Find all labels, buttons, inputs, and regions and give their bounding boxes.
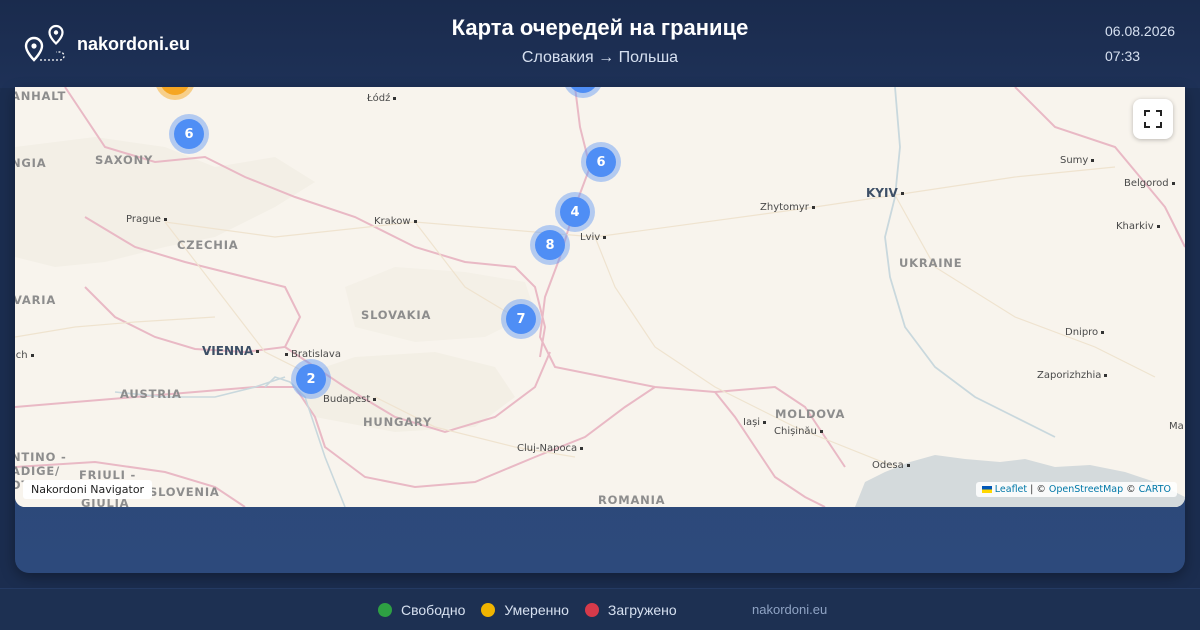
city-label: Zaporizhzhia (1037, 370, 1107, 381)
footer-site-name: nakordoni.eu (752, 602, 828, 617)
cluster-count: 7 (506, 304, 536, 334)
navigator-badge: Nakordoni Navigator (23, 480, 153, 499)
country-label: UKRAINE (899, 256, 963, 270)
city-label: ich (15, 350, 34, 361)
city-label: Lviv (580, 232, 606, 243)
queue-cluster-marker[interactable]: 7 (501, 299, 541, 339)
time: 07:33 (1105, 48, 1141, 64)
city-label: KYIV (866, 186, 904, 200)
country-label: HUNGARY (363, 415, 433, 429)
region-label: ADIGE/ (15, 464, 61, 478)
page-title: Карта очередей на границе (451, 15, 749, 40)
attribution-separator: © (1126, 484, 1136, 495)
city-label: Prague (126, 214, 167, 225)
city-label: Budapest (323, 394, 376, 405)
queue-cluster-marker[interactable]: 2 (291, 359, 331, 399)
city-label: Sumy (1060, 155, 1094, 166)
city-label: Odesa (872, 460, 910, 471)
city-label: Iași (743, 417, 766, 428)
fullscreen-button[interactable] (1133, 99, 1173, 139)
country-label: MOLDOVA (775, 407, 846, 421)
map[interactable]: ANHALT SAXONY NGIA CZECHIA VARIA SLOVAKI… (15, 87, 1185, 507)
route-subtitle: Словакия → Польша (521, 49, 679, 66)
status-dot-icon (378, 603, 392, 617)
legend: Свободно Умеренно Загружено (378, 602, 693, 618)
region-label: SAXONY (95, 153, 154, 167)
cluster-count: 6 (174, 119, 204, 149)
city-label: Chișinău (774, 426, 823, 437)
legend-label: Загружено (607, 602, 677, 618)
country-label: SLOVAKIA (361, 308, 432, 322)
date: 06.08.2026 (1105, 23, 1176, 39)
status-dot-icon (584, 603, 599, 617)
region-label: VARIA (15, 293, 57, 307)
cluster-count: 6 (586, 147, 616, 177)
region-label: ANHALT (15, 89, 67, 103)
legend-item-busy: Загружено (584, 602, 677, 618)
region-label: NTINO - (15, 450, 67, 464)
attribution-separator: | © (1030, 484, 1046, 495)
ukraine-flag-icon (981, 486, 992, 493)
city-label: Kharkiv (1116, 221, 1160, 232)
footer: Свободно Умеренно Загружено nakordoni.eu (0, 588, 1200, 630)
city-label: Łódź (367, 93, 396, 104)
queue-cluster-marker[interactable]: 6 (169, 114, 209, 154)
city-label: Dnipro (1065, 327, 1104, 338)
city-label: Zhytomyr (760, 202, 815, 213)
country-label: CZECHIA (177, 238, 239, 252)
queue-cluster-marker[interactable]: 8 (530, 225, 570, 265)
legend-item-moderate: Умеренно (481, 602, 569, 618)
cluster-count (568, 87, 598, 93)
fullscreen-icon (1144, 110, 1162, 128)
city-label: Cluj-Napoca (517, 443, 583, 454)
queue-cluster-marker[interactable]: 4 (555, 192, 595, 232)
city-label: Krakow (374, 216, 417, 227)
city-label: Ma (1169, 421, 1184, 432)
carto-link[interactable]: CARTO (1139, 484, 1171, 495)
map-attribution: Leaflet | © OpenStreetMap © CARTO (975, 482, 1177, 497)
country-label: AUSTRIA (120, 387, 182, 401)
region-label: NGIA (15, 156, 47, 170)
legend-item-free: Свободно (378, 602, 465, 618)
queue-cluster-marker[interactable]: 6 (581, 142, 621, 182)
cluster-count: 2 (296, 364, 326, 394)
cluster-count (160, 87, 190, 95)
city-label: Belgorod (1124, 178, 1175, 189)
legend-label: Свободно (401, 602, 466, 618)
osm-link[interactable]: OpenStreetMap (1049, 484, 1123, 495)
status-dot-icon (481, 603, 496, 617)
country-label: SLOVENIA (149, 485, 220, 499)
country-label: ROMANIA (598, 493, 666, 507)
cluster-count: 8 (535, 230, 565, 260)
city-label: VIENNA (202, 344, 259, 358)
leaflet-link[interactable]: Leaflet (995, 484, 1027, 495)
legend-label: Умеренно (504, 602, 569, 618)
cluster-count: 4 (560, 197, 590, 227)
header: nakordoni.eu Карта очередей на границе С… (0, 0, 1200, 88)
